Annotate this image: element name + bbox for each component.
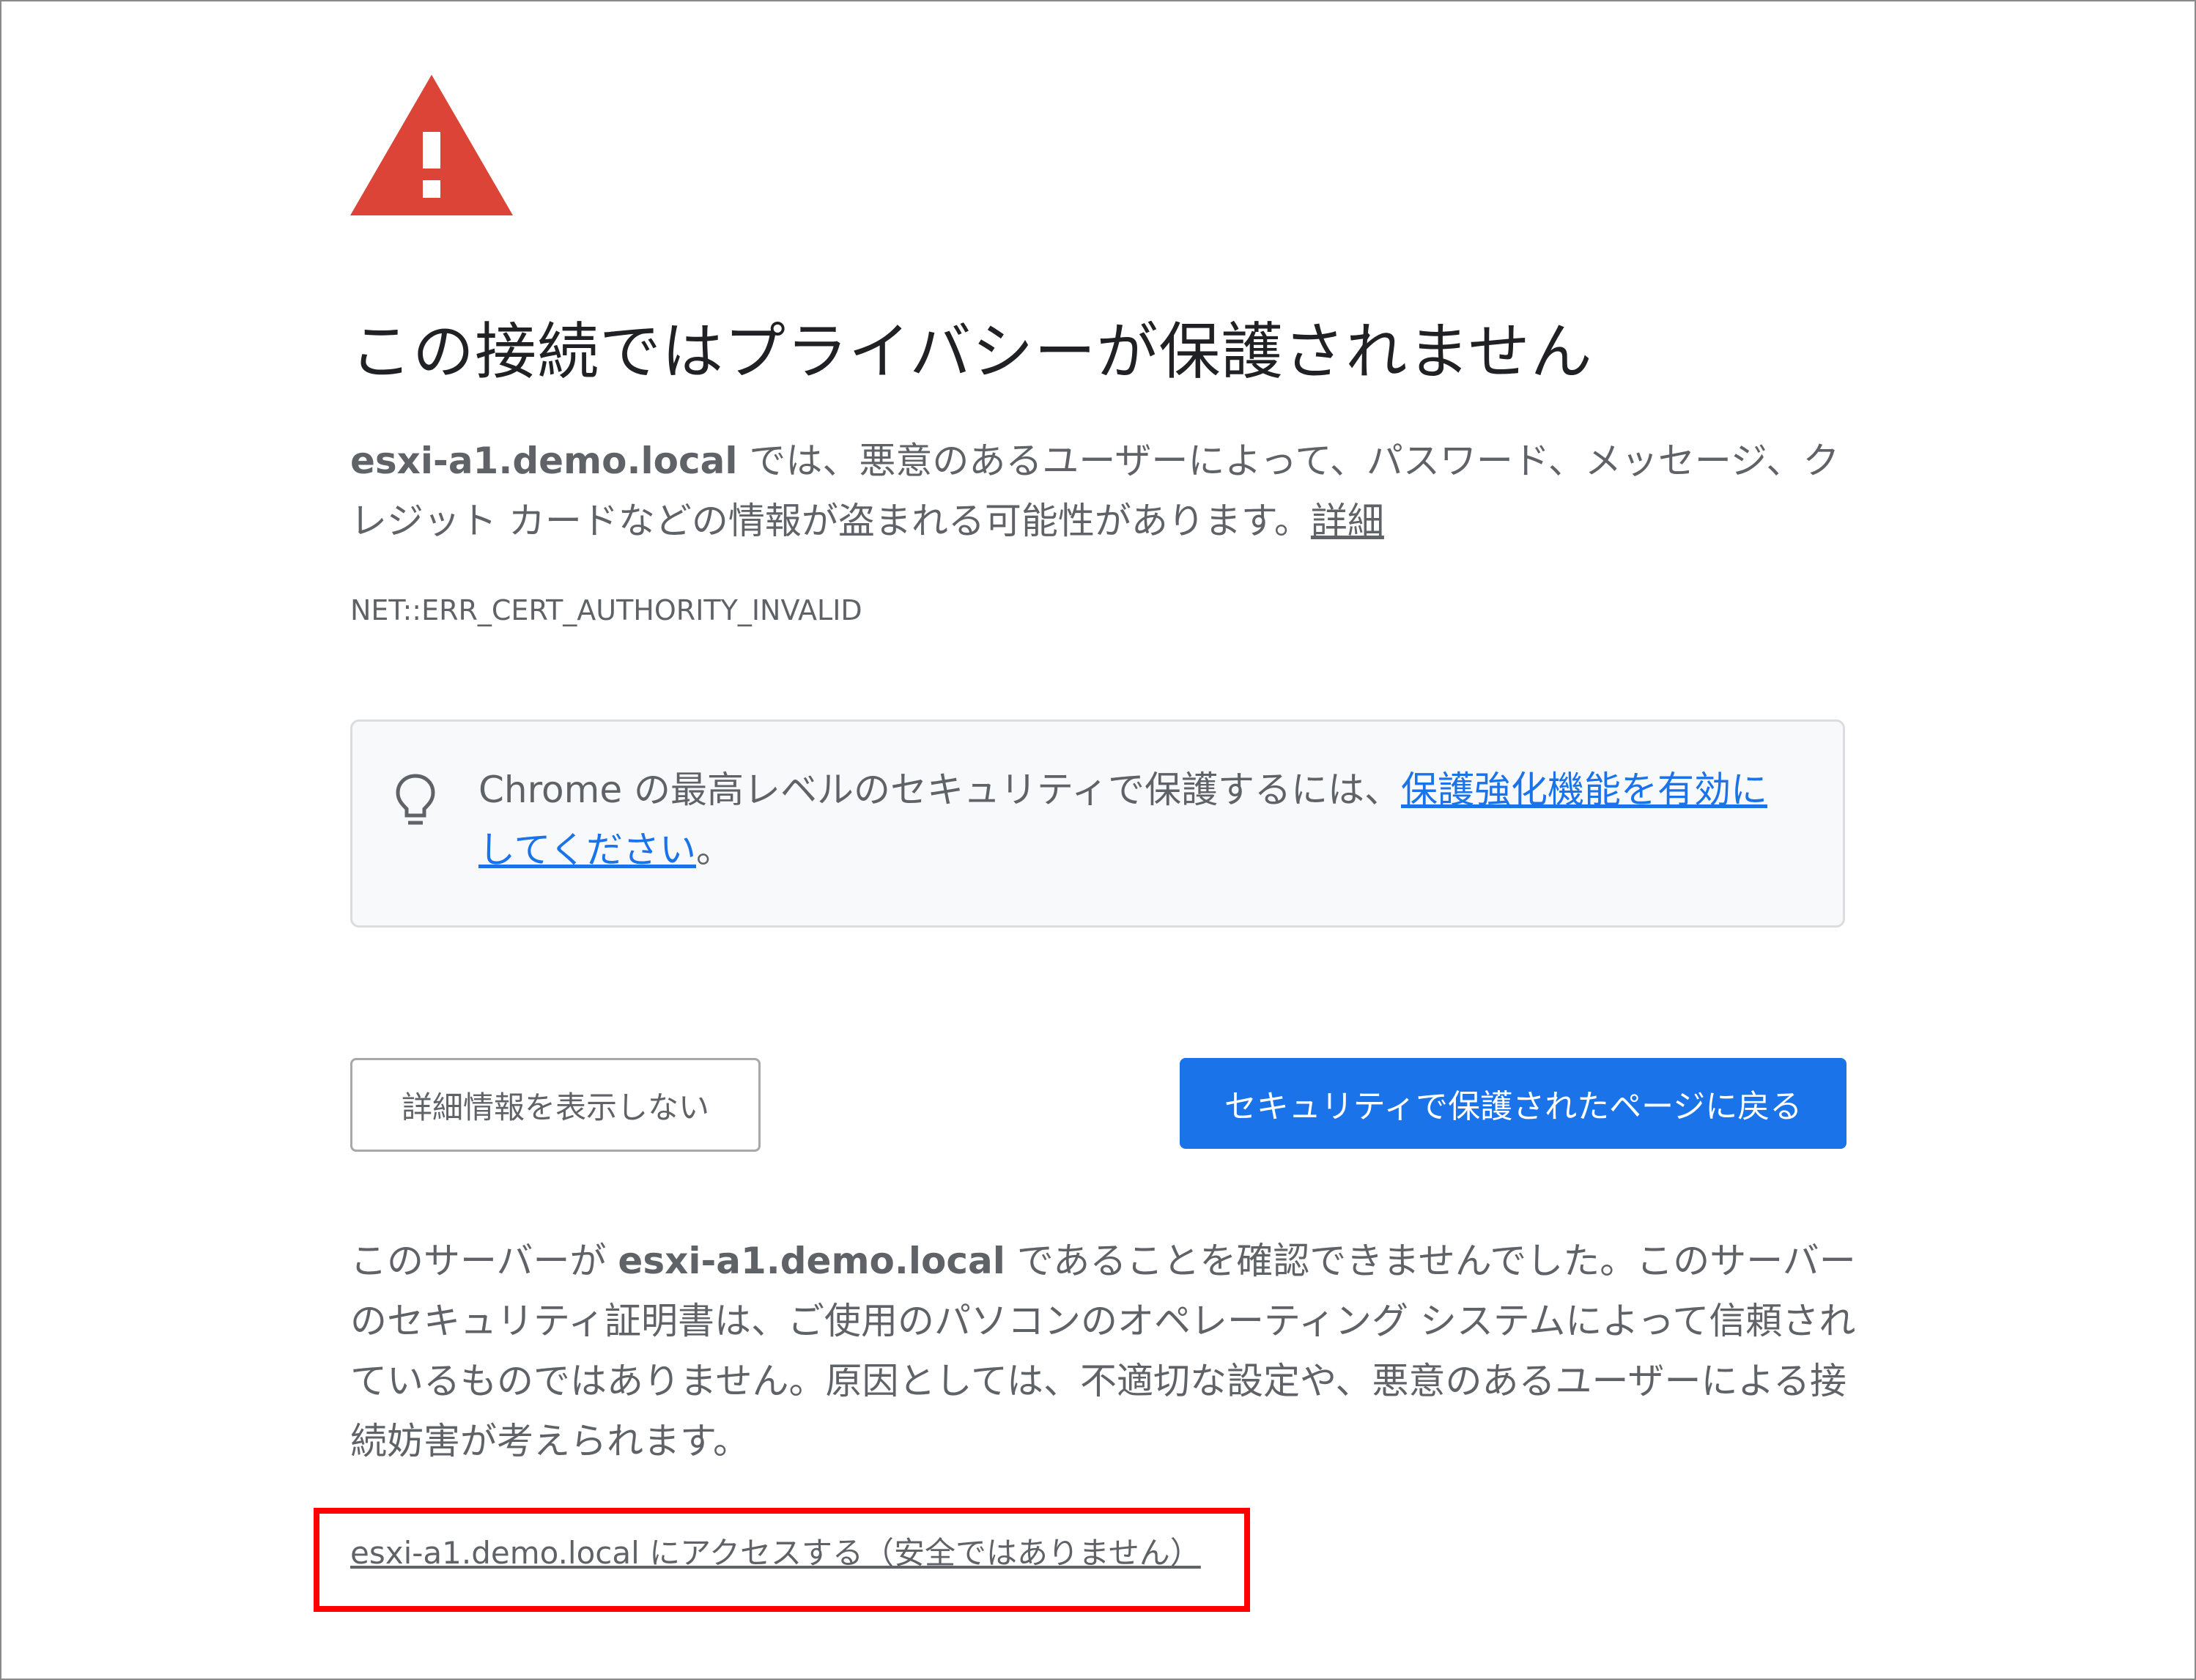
details-link[interactable]: 詳細	[1311, 500, 1384, 542]
enhanced-protection-promo: Chrome の最高レベルのセキュリティで保護するには、保護強化機能を有効にして…	[350, 719, 1845, 928]
enhanced-protection-label: Chrome の最高レベルのセキュリティで保護するには、	[478, 769, 1402, 811]
host-name: esxi-a1.demo.local	[350, 440, 738, 482]
highlight-annotation-box	[314, 1508, 1250, 1612]
page-title: この接続ではプライバシーが保護されません	[350, 316, 1593, 388]
explanation-text: esxi-a1.demo.local では、悪意のあるユーザーによって、パスワー…	[350, 431, 1860, 551]
details-host: esxi-a1.demo.local	[618, 1240, 1005, 1282]
error-code: NET::ERR_CERT_AUTHORITY_INVALID	[350, 594, 862, 626]
back-to-safety-button[interactable]: セキュリティで保護されたページに戻る	[1180, 1058, 1846, 1149]
lightbulb-icon	[396, 774, 435, 825]
details-prefix: このサーバーが	[350, 1240, 618, 1282]
details-text: このサーバーが esxi-a1.demo.local であることを確認できません…	[350, 1231, 1860, 1471]
enhanced-protection-suffix: 。	[696, 829, 733, 871]
hide-details-button[interactable]: 詳細情報を表示しない	[350, 1058, 761, 1152]
warning-triangle-icon	[350, 75, 513, 215]
enhanced-protection-text: Chrome の最高レベルのセキュリティで保護するには、保護強化機能を有効にして…	[478, 760, 1790, 880]
